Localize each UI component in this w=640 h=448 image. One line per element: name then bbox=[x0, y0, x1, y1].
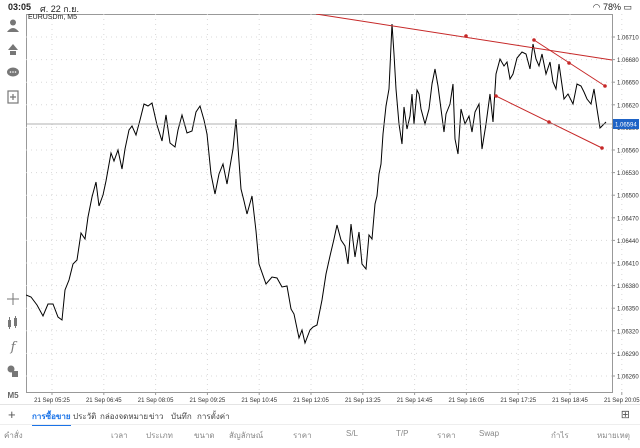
tab-history[interactable]: ประวัติ bbox=[73, 410, 96, 423]
col-tp: T/P bbox=[396, 429, 409, 438]
col-type: ประเภท bbox=[146, 431, 173, 440]
timeframe-button[interactable]: M5 bbox=[4, 386, 22, 404]
col-order: คำสั่ง bbox=[4, 431, 23, 440]
account-icon[interactable] bbox=[4, 16, 22, 34]
wifi-icon: ◠ bbox=[592, 2, 601, 12]
trendline-upper bbox=[315, 13, 613, 61]
trade-arrows-icon[interactable] bbox=[4, 40, 22, 58]
price-tick-label: 1.06260 bbox=[617, 375, 639, 381]
price-tick-label: 1.06320 bbox=[617, 329, 639, 335]
add-icon[interactable]: + bbox=[8, 407, 16, 422]
col-current-price: ราคา bbox=[437, 431, 456, 440]
price-tick-label: 1.06470 bbox=[617, 216, 639, 222]
col-volume: ขนาด bbox=[194, 431, 215, 440]
tab-settings[interactable]: การตั้งค่า bbox=[197, 410, 230, 423]
symbol-label: EURUSDm, M5 bbox=[28, 14, 78, 21]
status-right: ◠ 78% ▭ bbox=[593, 2, 632, 13]
trendline-anchor bbox=[464, 34, 468, 38]
col-price: ราคา bbox=[293, 431, 312, 440]
new-order-icon[interactable] bbox=[4, 88, 22, 106]
objects-icon[interactable] bbox=[4, 362, 22, 380]
layout-settings-icon[interactable]: ⊞ bbox=[621, 408, 630, 421]
price-tick-label: 1.06530 bbox=[617, 171, 639, 177]
chart-type-icon[interactable] bbox=[4, 314, 22, 332]
tab-journal[interactable]: บันทึก bbox=[171, 410, 192, 423]
col-swap: Swap bbox=[479, 429, 500, 438]
price-tick-label: 1.06410 bbox=[617, 262, 639, 268]
price-chart[interactable]: 1.067101.066801.066501.066201.065901.065… bbox=[25, 13, 640, 404]
chart-frame bbox=[26, 14, 613, 393]
col-symbol: สัญลักษณ์ bbox=[229, 431, 264, 440]
price-tick-label: 1.06380 bbox=[617, 284, 639, 290]
price-tick-label: 1.06440 bbox=[617, 239, 639, 245]
crosshair-icon[interactable] bbox=[4, 290, 22, 308]
col-sl: S/L bbox=[346, 429, 359, 438]
price-tick-label: 1.06560 bbox=[617, 149, 639, 155]
price-tick-label: 1.06500 bbox=[617, 194, 639, 200]
price-tick-label: 1.06650 bbox=[617, 81, 639, 87]
chart-canvas[interactable]: 1.067101.066801.066501.066201.065901.065… bbox=[25, 13, 640, 404]
trendline-anchor bbox=[532, 38, 536, 42]
indicators-icon[interactable]: f bbox=[4, 338, 22, 356]
price-line bbox=[25, 23, 607, 345]
trendline-anchor bbox=[567, 61, 571, 65]
status-bar: 03:05 ศ. 22 ก.ย. ◠ 78% ▭ bbox=[0, 0, 640, 14]
battery-icon: ▭ bbox=[623, 2, 632, 12]
col-time: เวลา bbox=[111, 431, 128, 440]
price-tick-label: 1.06350 bbox=[617, 307, 639, 313]
price-tick-label: 1.06620 bbox=[617, 103, 639, 109]
current-price-label: 1.06594 bbox=[615, 123, 637, 129]
trendline-anchor bbox=[600, 146, 604, 150]
price-tick-label: 1.06710 bbox=[617, 36, 639, 42]
tab-mailbox[interactable]: กล่องจดหมาย bbox=[100, 410, 148, 423]
trendline-anchor bbox=[603, 84, 607, 88]
orders-table-header: คำสั่ง เวลา ประเภท ขนาด สัญลักษณ์ ราคา S… bbox=[0, 424, 640, 448]
col-profit: กำไร bbox=[551, 431, 569, 440]
price-tick-label: 1.06680 bbox=[617, 58, 639, 64]
price-tick-label: 1.06290 bbox=[617, 352, 639, 358]
battery-level: 78% bbox=[602, 2, 621, 12]
left-toolbar: f M5 bbox=[0, 14, 26, 404]
chat-icon[interactable] bbox=[4, 64, 22, 82]
trendline-anchor bbox=[494, 94, 498, 98]
col-comment: หมายเหตุ bbox=[597, 431, 630, 440]
bottom-tabs: + การซื้อขาย ประวัติ กล่องจดหมาย ข่าว บั… bbox=[0, 404, 640, 426]
trendline-anchor bbox=[547, 120, 551, 124]
status-time: 03:05 bbox=[8, 2, 32, 12]
tab-news[interactable]: ข่าว bbox=[149, 410, 163, 423]
